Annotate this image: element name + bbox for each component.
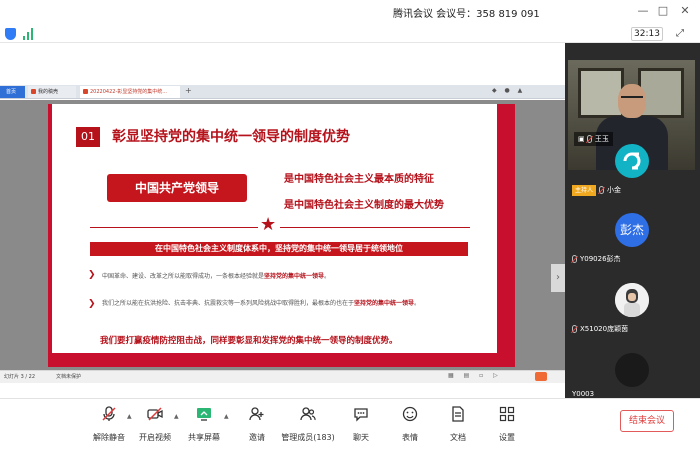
browser-tab-bar: 首页 我的稿壳 20220422-彰显坚持党的集中统... + ◆ ● ▲ (0, 85, 565, 99)
host-badge: 主持人 (572, 185, 597, 196)
avatar (615, 144, 649, 178)
shared-screen: 首页 我的稿壳 20220422-彰显坚持党的集中统... + ◆ ● ▲ 01… (0, 43, 565, 398)
participant-item[interactable]: 主持人 小金 (568, 144, 695, 200)
share-margin (0, 43, 565, 85)
close-icon[interactable]: ✕ (678, 4, 692, 18)
participant-name-row: X51020庞颖茵 (572, 324, 628, 335)
chevron-right-icon: ❯ (88, 299, 96, 309)
chevron-right-icon: ❯ (88, 270, 96, 280)
app-logo-icon (623, 152, 641, 170)
chevron-up-icon[interactable]: ▲ (174, 413, 179, 420)
participant-name-row: 主持人 小金 (572, 185, 621, 196)
divider-left (90, 227, 258, 228)
doc-icon (31, 89, 36, 94)
settings-button[interactable]: 设置 (482, 406, 532, 446)
participant-name: Y0003 (572, 390, 595, 398)
share-screen-icon (197, 408, 211, 421)
fullscreen-icon[interactable]: ⤢ (676, 28, 684, 39)
slide: 01 彰显坚持党的集中统一领导的制度优势 中国共产党领导 是中国特色社会主义最本… (48, 104, 515, 367)
shield-icon[interactable] (5, 28, 16, 40)
new-tab-icon[interactable]: + (185, 86, 192, 95)
divider-right (280, 227, 470, 228)
meeting-toolbar: 解除静音 ▲ 开启视频 ▲ 共享屏幕 ▲ 邀请 管理成员(183) 聊天 表情 … (0, 398, 700, 450)
participant-item[interactable]: X51020庞颖茵 (568, 283, 695, 339)
feature-line-1: 是中国特色社会主义最本质的特征 (284, 174, 434, 185)
tab-drafts[interactable]: 我的稿壳 (28, 86, 76, 98)
mic-muted-icon (599, 186, 605, 194)
participant-item[interactable]: 彭杰 Y09026彭杰 (568, 213, 695, 269)
collapse-panel-button[interactable]: › (551, 264, 565, 292)
participant-name: 小金 (607, 186, 622, 194)
avatar (615, 283, 649, 317)
maximize-icon[interactable]: □ (656, 4, 670, 18)
manage-members-button[interactable]: 管理成员(183) (281, 406, 335, 446)
presentation-status-bar: 幻灯片 3 / 22 文档未保护 ▦ ▤ ▫ ▷ (0, 370, 565, 383)
bullet-1: 中国革命、建设、改革之所以能取得成功，一条根本经验就是坚持党的集中统一领导。 (102, 272, 482, 281)
person-head (618, 84, 646, 118)
mic-off-icon (102, 406, 116, 421)
document-icon (452, 406, 464, 422)
user-photo-icon (615, 283, 649, 317)
slide-border (497, 104, 515, 367)
participant-item[interactable]: Y0003 (568, 353, 695, 398)
minimize-icon[interactable]: — (636, 4, 650, 18)
share-screen-button[interactable]: 共享屏幕 (179, 406, 229, 446)
invite-button[interactable]: 邀请 (232, 406, 282, 446)
camera-off-icon (147, 407, 163, 421)
section-number: 01 (76, 127, 100, 147)
participant-name-row: Y0003 (572, 389, 594, 398)
bullet-2: 我们之所以能在抗洪抢险、抗击非典、抗震救灾等一系列风险挑战中取得胜利，最根本的也… (102, 299, 482, 308)
mic-muted-icon (572, 325, 577, 333)
tab-home[interactable]: 首页 (0, 86, 25, 98)
bullet-highlight: 坚持党的集中统一领导 (354, 300, 415, 307)
slide-border (48, 353, 515, 367)
settings-label: 设置 (499, 433, 515, 442)
leadership-label: 中国共产党领导 (107, 174, 247, 202)
status-bar: 32:13 ⤢ (0, 25, 700, 43)
title-bar: 腾讯会议 会议号：358 819 091 — □ ✕ (0, 0, 700, 25)
meeting-window: 腾讯会议 会议号：358 819 091 — □ ✕ 32:13 ⤢ 首页 我的… (0, 0, 700, 450)
bullet-end: 。 (414, 300, 421, 307)
meeting-timer: 32:13 (631, 27, 663, 41)
participant-name: 王玉 (594, 135, 609, 143)
feature-line-2: 是中国特色社会主义制度的最大优势 (284, 200, 444, 211)
slide-title: 彰显坚持党的集中统一领导的制度优势 (112, 129, 350, 145)
star-icon: ★ (260, 214, 277, 235)
slide-content: 01 彰显坚持党的集中统一领导的制度优势 中国共产党领导 是中国特色社会主义最本… (52, 112, 497, 353)
mic-muted-icon (572, 255, 577, 263)
members-icon (300, 407, 316, 421)
statement-banner: 在中国特色社会主义制度体系中，坚持党的集中统一领导居于统领地位 (90, 242, 468, 256)
slideshow-play-button[interactable] (535, 372, 547, 381)
add-user-icon (249, 407, 264, 421)
person-glasses (621, 96, 643, 101)
meeting-title: 腾讯会议 会议号：358 819 091 (393, 9, 540, 20)
closing-statement: 我们要打赢疫情防控阻击战，同样要彰显和发挥党的集中统一领导的制度优势。 (100, 336, 398, 346)
participant-name: Y09026彭杰 (580, 255, 621, 263)
avatar: 彭杰 (615, 213, 649, 247)
end-meeting-button[interactable]: 结束会议 (620, 410, 674, 432)
bullet-end: 。 (324, 273, 331, 280)
tab-label: 我的稿壳 (38, 89, 59, 95)
bullet-text: 中国革命、建设、改革之所以能取得成功，一条根本经验就是 (102, 273, 265, 280)
tab-presentation[interactable]: 20220422-彰显坚持党的集中统... (80, 86, 180, 98)
toolbar-icons[interactable]: ◆ ● ▲ (492, 87, 525, 94)
bullet-highlight: 坚持党的集中统一领导 (264, 273, 325, 280)
chevron-up-icon[interactable]: ▲ (224, 413, 229, 420)
view-mode-icons[interactable]: ▦ ▤ ▫ ▷ (448, 372, 502, 379)
mic-muted-icon (586, 135, 592, 143)
bullet-text: 我们之所以能在抗洪抢险、抗击非典、抗震救灾等一系列风险挑战中取得胜利，最根本的也… (102, 300, 355, 307)
doc-protect-status[interactable]: 文档未保护 (56, 373, 81, 380)
participant-name: X51020庞颖茵 (580, 325, 629, 333)
tab-label: 20220422-彰显坚持党的集中统... (90, 89, 168, 95)
participant-panel: ▣ 王玉 主持人 小金 彭杰 Y09026彭杰 X51020庞颖茵 Y0003 (565, 43, 700, 398)
smile-icon (402, 406, 418, 422)
grid-settings-icon (499, 406, 515, 422)
ppt-icon (83, 89, 88, 94)
video-window-left (578, 68, 624, 118)
participant-name-row: Y09026彭杰 (572, 254, 621, 265)
slide-counter: 幻灯片 3 / 22 (4, 374, 35, 380)
avatar (615, 353, 649, 387)
chat-icon (354, 408, 368, 422)
signal-icon[interactable] (23, 28, 35, 40)
